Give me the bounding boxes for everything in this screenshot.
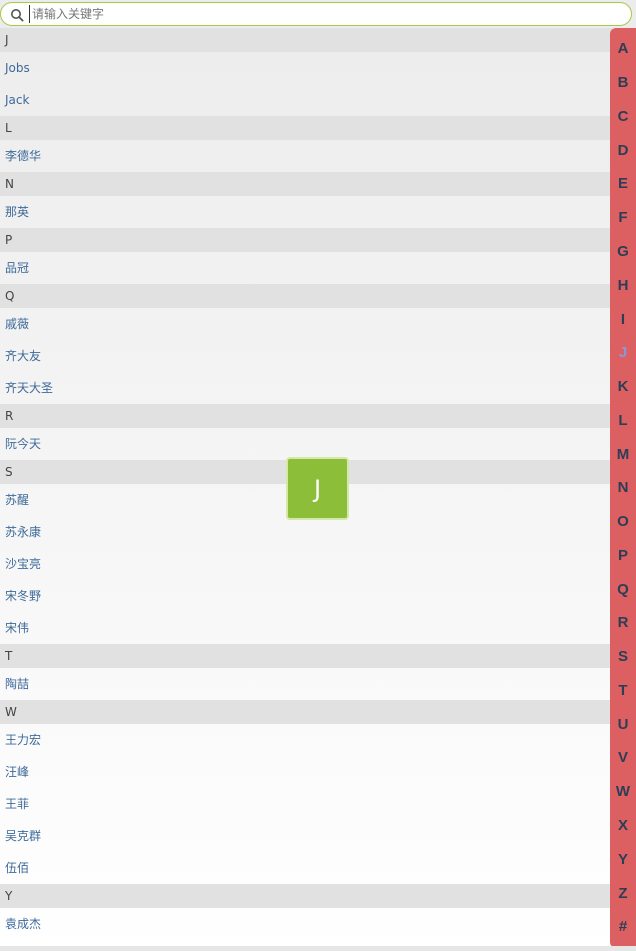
index-letter-o[interactable]: O	[617, 514, 629, 529]
index-letter-u[interactable]: U	[618, 717, 629, 732]
index-letter-c[interactable]: C	[618, 109, 629, 124]
index-letter-r[interactable]: R	[618, 615, 629, 630]
contact-list-item[interactable]: Jobs	[0, 52, 612, 84]
search-icon	[11, 9, 24, 22]
index-letter-q[interactable]: Q	[617, 582, 629, 597]
section-header-j: J	[0, 28, 612, 52]
contact-list-item[interactable]: 阮今天	[0, 428, 612, 460]
alphabet-index-bar[interactable]: A B C D E F G H I J K L M N O P Q R S T U V W X Y Z #	[610, 28, 636, 948]
section-header-q: Q	[0, 284, 612, 308]
index-letter-z[interactable]: Z	[618, 886, 627, 901]
contact-list-item[interactable]: 袁成杰	[0, 908, 612, 940]
contact-list-item[interactable]: 宋伟	[0, 612, 612, 644]
index-letter-j[interactable]: J	[619, 345, 627, 360]
section-header-p: P	[0, 228, 612, 252]
index-letter-x[interactable]: X	[618, 818, 628, 833]
contact-list-item[interactable]: 苏永康	[0, 516, 612, 548]
index-letter-d[interactable]: D	[618, 143, 629, 158]
index-letter-h[interactable]: H	[618, 278, 629, 293]
index-letter-n[interactable]: N	[618, 480, 629, 495]
contact-list-item[interactable]: 伍佰	[0, 852, 612, 884]
index-letter-f[interactable]: F	[618, 210, 627, 225]
contact-list-item[interactable]: Jack	[0, 84, 612, 116]
index-letter-g[interactable]: G	[617, 244, 629, 259]
contact-list-item[interactable]: 王力宏	[0, 724, 612, 756]
index-letter-l[interactable]: L	[618, 413, 627, 428]
search-input[interactable]	[29, 5, 622, 23]
contact-list-item[interactable]: 汪峰	[0, 756, 612, 788]
search-bar	[0, 2, 632, 26]
index-letter-t[interactable]: T	[618, 683, 627, 698]
contact-list-item[interactable]: 吴克群	[0, 820, 612, 852]
section-header-w: W	[0, 700, 612, 724]
index-letter-y[interactable]: Y	[618, 852, 628, 867]
contact-list-item[interactable]: 陶喆	[0, 668, 612, 700]
section-header-n: N	[0, 172, 612, 196]
contact-list-item[interactable]: 齐大友	[0, 340, 612, 372]
section-header-t: T	[0, 644, 612, 668]
section-header-r: R	[0, 404, 612, 428]
section-header-y: Y	[0, 884, 612, 908]
section-header-l: L	[0, 116, 612, 140]
contact-list-item[interactable]: 戚薇	[0, 308, 612, 340]
index-letter-m[interactable]: M	[617, 447, 630, 462]
contact-list-item[interactable]: 那英	[0, 196, 612, 228]
contact-list-item[interactable]: 齐天大圣	[0, 372, 612, 404]
index-letter-v[interactable]: V	[618, 750, 628, 765]
index-letter-w[interactable]: W	[616, 784, 630, 799]
selected-letter-overlay: J	[286, 457, 349, 520]
contact-list-item[interactable]: 李德华	[0, 140, 612, 172]
contact-list-item[interactable]: 王菲	[0, 788, 612, 820]
contact-list-item[interactable]: 沙宝亮	[0, 548, 612, 580]
bottom-divider	[0, 946, 636, 951]
index-letter-hash[interactable]: #	[619, 919, 627, 934]
index-letter-s[interactable]: S	[618, 649, 628, 664]
contact-list-item[interactable]: 宋冬野	[0, 580, 612, 612]
index-letter-k[interactable]: K	[618, 379, 629, 394]
index-letter-a[interactable]: A	[618, 41, 629, 56]
index-letter-i[interactable]: I	[621, 312, 625, 327]
contact-list-item[interactable]: 品冠	[0, 252, 612, 284]
index-letter-b[interactable]: B	[618, 75, 629, 90]
index-letter-p[interactable]: P	[618, 548, 628, 563]
index-letter-e[interactable]: E	[618, 176, 628, 191]
